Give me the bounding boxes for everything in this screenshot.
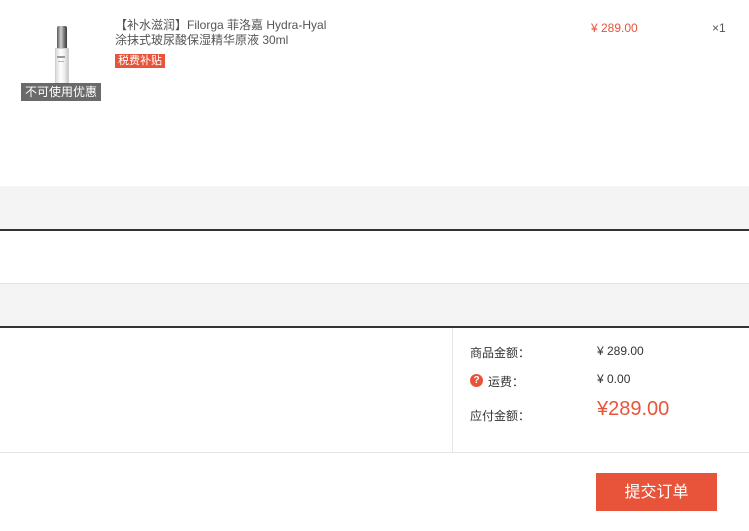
product-name-line2: 涂抹式玻尿酸保湿精华原液 30ml	[115, 33, 289, 47]
section-divider	[0, 229, 749, 231]
unit-price: ¥ 289.00	[591, 21, 638, 35]
no-discount-overlay: 不可使用优惠	[21, 83, 101, 101]
submit-order-button[interactable]: 提交订单	[596, 473, 717, 511]
payable-amount-label: 应付金额：	[470, 409, 531, 423]
section-band	[0, 186, 749, 229]
serum-bottle-image	[54, 26, 70, 84]
shipping-value: ¥ 0.00	[597, 372, 631, 386]
section-divider	[0, 326, 749, 328]
tax-subsidy-badge: 税费补贴	[115, 54, 165, 68]
goods-amount-label: 商品金额：	[470, 346, 531, 360]
product-name[interactable]: 【补水滋润】Filorga 菲洛嘉 Hydra-Hyal 涂抹式玻尿酸保湿精华原…	[115, 18, 355, 48]
order-item-row: 不可使用优惠 【补水滋润】Filorga 菲洛嘉 Hydra-Hyal 涂抹式玻…	[0, 0, 749, 186]
summary-divider	[452, 328, 453, 452]
item-quantity: ×1	[712, 21, 726, 35]
footer-divider	[0, 452, 749, 453]
payable-amount-value: ¥289.00	[597, 398, 670, 420]
section-band	[0, 283, 749, 326]
shipping-label: 运费：	[488, 375, 525, 389]
question-icon[interactable]: ?	[470, 374, 483, 387]
goods-amount-value: ¥ 289.00	[597, 344, 644, 358]
product-name-line1: 【补水滋润】Filorga 菲洛嘉 Hydra-Hyal	[115, 18, 327, 32]
product-thumbnail[interactable]: 不可使用优惠	[21, 20, 101, 101]
